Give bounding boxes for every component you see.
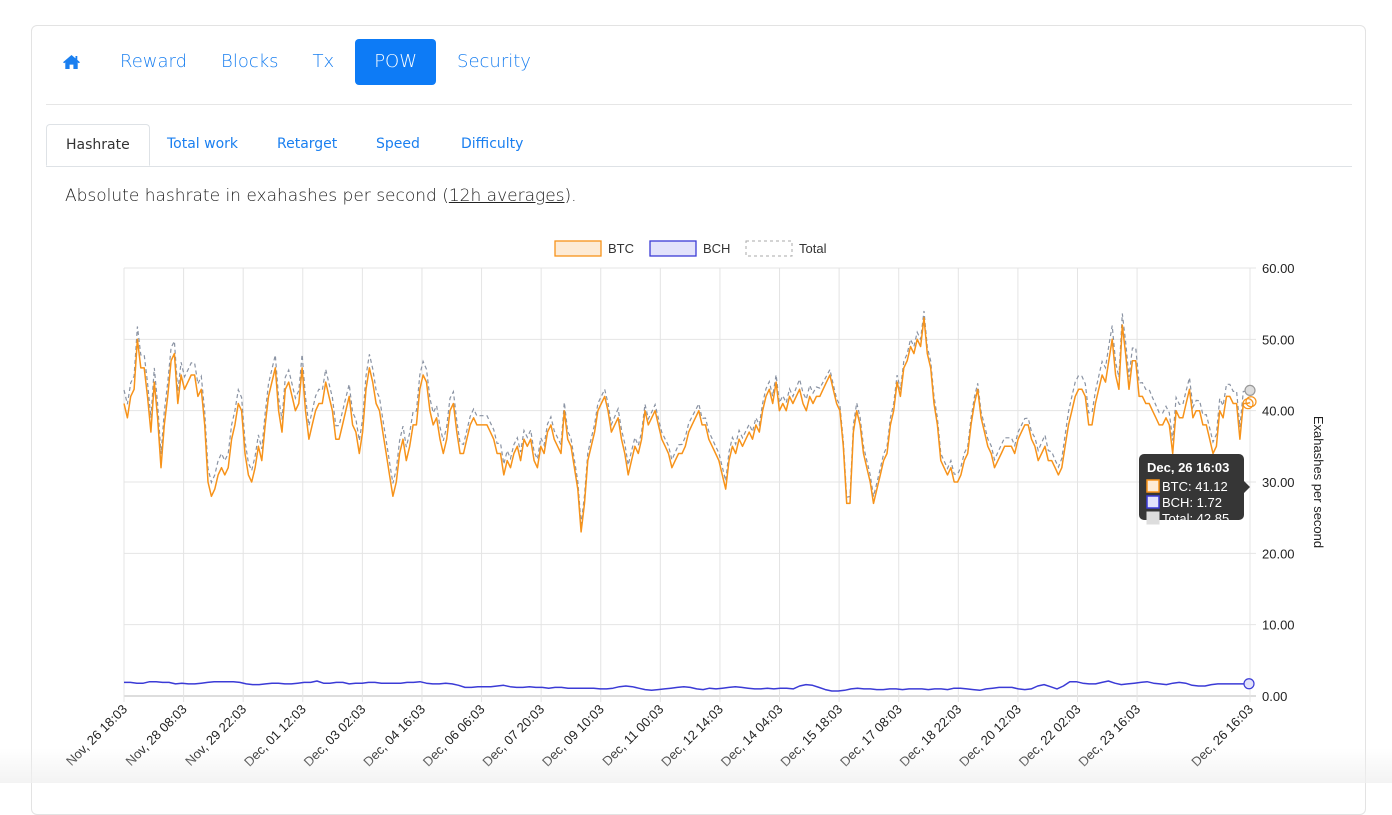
x-tick-label: Dec, 04 16:03 bbox=[360, 702, 428, 770]
x-tick-label: Dec, 23 16:03 bbox=[1075, 702, 1143, 770]
x-tick-label: Dec, 14 04:03 bbox=[718, 702, 786, 770]
series-line-total bbox=[123, 310, 1251, 525]
legend-total-label[interactable]: Total bbox=[799, 241, 827, 256]
x-axis: Nov, 26 18:03Nov, 28 08:03Nov, 29 22:03D… bbox=[63, 702, 1256, 770]
x-tick-label: Dec, 11 00:03 bbox=[599, 702, 666, 769]
x-tick-label: Dec, 01 12:03 bbox=[241, 702, 309, 770]
series-line-bch bbox=[124, 680, 1251, 692]
series-line-btc bbox=[123, 317, 1251, 533]
legend-btc-swatch[interactable] bbox=[554, 240, 602, 257]
y-tick-label: 50.00 bbox=[1262, 332, 1295, 347]
chart-grid bbox=[123, 267, 1256, 702]
tooltip-bch-swatch bbox=[1146, 495, 1160, 509]
tooltip-title: Dec, 26 16:03 bbox=[1147, 460, 1229, 475]
legend-btc-label[interactable]: BTC bbox=[608, 241, 634, 256]
x-tick-label: Dec, 06 06:03 bbox=[420, 702, 488, 770]
tooltip-btc-value: BTC: 41.12 bbox=[1162, 479, 1228, 494]
chart-legend: BTC BCH Total bbox=[554, 240, 827, 257]
marker-bch bbox=[1243, 678, 1255, 690]
marker-btc-outer bbox=[1245, 396, 1257, 408]
y-tick-label: 60.00 bbox=[1262, 261, 1295, 276]
tooltip-total-value: Total: 42.85 bbox=[1162, 511, 1229, 526]
x-tick-label: Dec, 22 02:03 bbox=[1016, 702, 1084, 770]
x-tick-label: Dec, 07 20:03 bbox=[479, 702, 547, 770]
x-tick-label: Dec, 17 08:03 bbox=[837, 702, 905, 770]
legend-bch-label[interactable]: BCH bbox=[703, 241, 730, 256]
x-tick-label: Dec, 12 14:03 bbox=[658, 702, 726, 770]
chart-tooltip: Dec, 26 16:03 BTC: 41.12 BCH: 1.72 Total… bbox=[1139, 454, 1250, 526]
x-tick-label: Dec, 20 12:03 bbox=[956, 702, 1024, 770]
legend-total-swatch[interactable] bbox=[745, 240, 793, 257]
y-tick-label: 40.00 bbox=[1262, 404, 1295, 419]
x-tick-label: Nov, 26 18:03 bbox=[63, 702, 130, 769]
legend-bch-swatch[interactable] bbox=[649, 240, 697, 257]
x-tick-label: Dec, 15 18:03 bbox=[777, 702, 845, 770]
hashrate-chart: BTC BCH Total 0.00 10.00 20.00 30.00 40.00 50… bbox=[63, 240, 1326, 770]
chart-series bbox=[123, 310, 1251, 692]
y-tick-label: 30.00 bbox=[1262, 475, 1295, 490]
x-tick-label: Nov, 29 22:03 bbox=[182, 702, 249, 769]
marker-total bbox=[1244, 384, 1256, 397]
tooltip-total-swatch bbox=[1146, 511, 1160, 525]
x-tick-label: Dec, 03 02:03 bbox=[301, 702, 369, 770]
x-tick-label: Dec, 26 16:03 bbox=[1188, 702, 1256, 770]
x-tick-label: Nov, 28 08:03 bbox=[123, 702, 190, 769]
tooltip-btc-swatch bbox=[1146, 479, 1160, 493]
y-tick-label: 10.00 bbox=[1262, 618, 1295, 633]
x-tick-label: Dec, 09 10:03 bbox=[539, 702, 607, 770]
y-tick-label: 20.00 bbox=[1262, 546, 1295, 561]
x-tick-label: Dec, 18 22:03 bbox=[897, 702, 965, 770]
y-axis: 0.00 10.00 20.00 30.00 40.00 50.00 60.00 bbox=[1262, 261, 1295, 704]
y-tick-label: 0.00 bbox=[1262, 689, 1287, 704]
tooltip-bch-value: BCH: 1.72 bbox=[1162, 495, 1222, 510]
y-axis-title: Exahashes per second bbox=[1311, 416, 1326, 548]
